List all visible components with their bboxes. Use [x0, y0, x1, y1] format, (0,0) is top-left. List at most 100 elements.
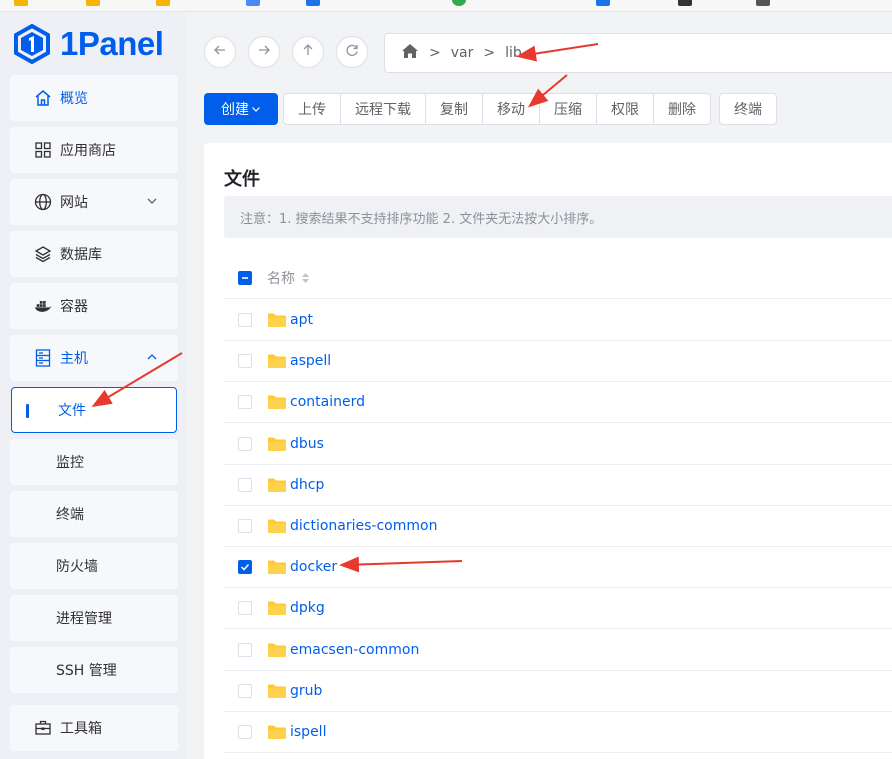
main-content: > var > lib 创建 上传 远程下载 复制 移动 压缩 权限 删除 终端…	[186, 12, 892, 759]
browser-bookmark-bar	[0, 0, 892, 12]
copy-button[interactable]: 复制	[425, 93, 483, 125]
sidebar-item-toolbox[interactable]: 工具箱	[10, 705, 178, 751]
path-segment[interactable]: var	[451, 45, 474, 61]
row-checkbox[interactable]	[238, 601, 252, 616]
logo[interactable]: 1Panel	[12, 22, 164, 66]
sidebar-subitem-label: SSH 管理	[56, 663, 117, 679]
bookmark-icon[interactable]	[678, 0, 692, 6]
row-checkbox[interactable]	[238, 354, 252, 369]
file-name-link[interactable]: docker	[290, 559, 337, 575]
sidebar-subitem-label: 文件	[58, 403, 86, 419]
bookmark-icon[interactable]	[596, 0, 610, 6]
sidebar: 1Panel 概览 应用商店 网站 数据库 容器 主机 文件 监控 终端 防火墙…	[0, 12, 186, 759]
file-name-link[interactable]: grub	[290, 683, 322, 699]
remote-download-button[interactable]: 远程下载	[340, 93, 426, 125]
bookmark-icon[interactable]	[452, 0, 466, 6]
bookmark-icon[interactable]	[14, 0, 28, 6]
path-separator: >	[429, 45, 441, 61]
file-name-link[interactable]: containerd	[290, 394, 365, 410]
sidebar-item-label: 概览	[60, 91, 88, 107]
row-checkbox[interactable]	[238, 313, 252, 327]
bookmark-icon[interactable]	[156, 0, 170, 6]
sidebar-subitem-monitor[interactable]: 监控	[10, 439, 178, 485]
table-row[interactable]: dhcp	[224, 465, 892, 506]
bookmark-icon[interactable]	[246, 0, 260, 6]
file-name-link[interactable]: dpkg	[290, 600, 325, 616]
bookmark-icon[interactable]	[756, 0, 770, 6]
sidebar-subitem-files[interactable]: 文件	[11, 387, 177, 433]
file-name-link[interactable]: dhcp	[290, 477, 324, 493]
forward-button[interactable]	[248, 36, 280, 68]
sidebar-item-website[interactable]: 网站	[10, 179, 178, 225]
create-button[interactable]: 创建	[204, 93, 278, 125]
back-button[interactable]	[204, 36, 236, 68]
arrow-right-icon	[257, 43, 271, 61]
compress-button[interactable]: 压缩	[539, 93, 597, 125]
row-checkbox[interactable]	[238, 642, 252, 657]
sidebar-item-overview[interactable]: 概览	[10, 75, 178, 121]
file-name-link[interactable]: dbus	[290, 436, 324, 452]
sidebar-subitem-process[interactable]: 进程管理	[10, 595, 178, 641]
terminal-button[interactable]: 终端	[719, 93, 777, 125]
sidebar-item-label: 网站	[60, 195, 88, 211]
move-button[interactable]: 移动	[482, 93, 540, 125]
bookmark-icon[interactable]	[306, 0, 320, 6]
bookmark-icon[interactable]	[86, 0, 100, 6]
table-row[interactable]: dictionaries-common	[224, 506, 892, 547]
folder-icon	[267, 724, 287, 740]
table-row[interactable]: ispell	[224, 712, 892, 753]
sidebar-item-database[interactable]: 数据库	[10, 231, 178, 277]
sidebar-item-label: 容器	[60, 299, 88, 315]
row-checkbox[interactable]	[238, 395, 252, 410]
table-row[interactable]: dbus	[224, 424, 892, 465]
table-row[interactable]: dpkg	[224, 588, 892, 630]
table-row[interactable]: grub	[224, 671, 892, 712]
table-header: 名称	[224, 257, 892, 299]
refresh-button[interactable]	[336, 36, 368, 68]
chevron-up-icon	[146, 351, 158, 367]
sidebar-subitem-ssh[interactable]: SSH 管理	[10, 647, 178, 693]
upload-button[interactable]: 上传	[283, 93, 341, 125]
permission-button[interactable]: 权限	[596, 93, 654, 125]
home-icon[interactable]	[401, 43, 419, 63]
sort-icon[interactable]	[301, 272, 310, 284]
notice-banner: 注意：1. 搜索结果不支持排序功能 2. 文件夹无法按大小排序。	[224, 196, 892, 238]
file-name-link[interactable]: apt	[290, 312, 313, 328]
folder-icon	[267, 518, 287, 534]
sidebar-item-label: 工具箱	[60, 721, 102, 737]
arrow-left-icon	[213, 43, 227, 61]
table-row[interactable]: emacsen-common	[224, 630, 892, 671]
row-checkbox[interactable]	[238, 519, 252, 533]
table-row[interactable]: docker	[224, 547, 892, 589]
table-row[interactable]: containerd	[224, 382, 892, 424]
sidebar-item-app-store[interactable]: 应用商店	[10, 127, 178, 173]
file-name-link[interactable]: ispell	[290, 724, 326, 740]
sidebar-item-label: 数据库	[60, 247, 102, 263]
select-all-checkbox[interactable]	[238, 270, 252, 285]
row-checkbox[interactable]	[238, 477, 252, 492]
table-row[interactable]: apt	[224, 300, 892, 341]
folder-icon	[267, 353, 287, 369]
sidebar-item-host[interactable]: 主机	[10, 335, 178, 381]
folder-icon	[267, 312, 287, 328]
path-breadcrumb[interactable]: > var > lib	[384, 33, 892, 73]
path-segment[interactable]: lib	[505, 45, 522, 61]
sidebar-subitem-terminal[interactable]: 终端	[10, 491, 178, 537]
sidebar-subitem-firewall[interactable]: 防火墙	[10, 543, 178, 589]
row-checkbox[interactable]	[238, 683, 252, 698]
row-checkbox[interactable]	[238, 560, 252, 575]
table-row[interactable]: aspell	[224, 341, 892, 383]
arrow-up-icon	[301, 43, 315, 61]
delete-button[interactable]: 删除	[653, 93, 711, 125]
row-checkbox[interactable]	[238, 725, 252, 739]
column-header-name[interactable]: 名称	[267, 268, 295, 288]
row-checkbox[interactable]	[238, 436, 252, 451]
sidebar-subitem-label: 监控	[56, 455, 84, 471]
file-name-link[interactable]: dictionaries-common	[290, 518, 437, 534]
up-directory-button[interactable]	[292, 36, 324, 68]
selected-indicator	[26, 404, 29, 418]
home-icon	[34, 89, 52, 107]
file-name-link[interactable]: emacsen-common	[290, 642, 419, 658]
file-name-link[interactable]: aspell	[290, 353, 331, 369]
sidebar-item-container[interactable]: 容器	[10, 283, 178, 329]
